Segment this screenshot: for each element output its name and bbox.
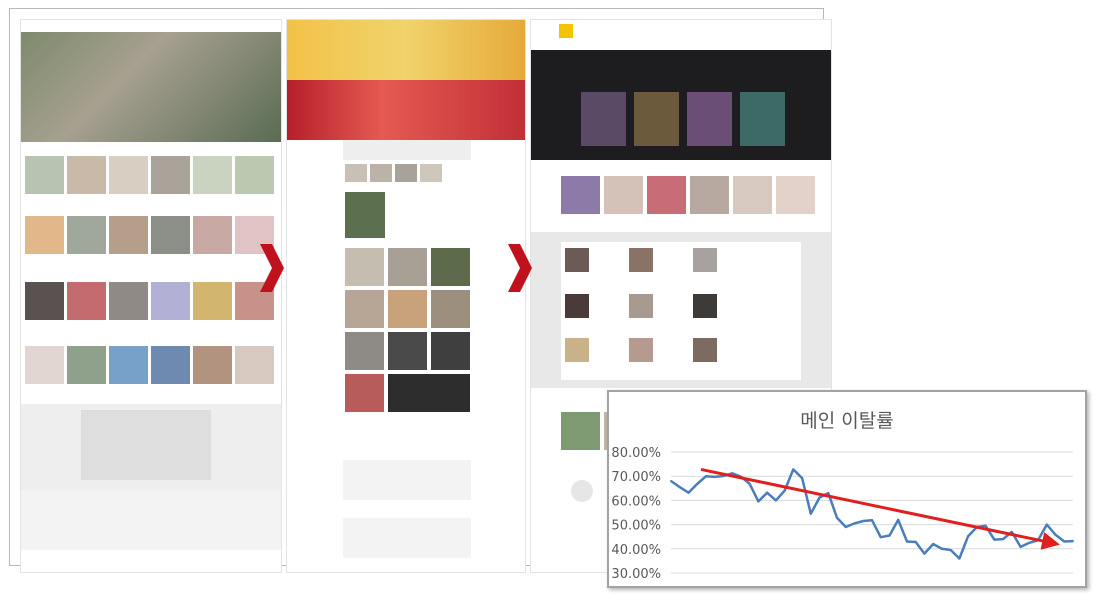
- page-v2-footer: [343, 518, 471, 558]
- data-point: [836, 516, 839, 519]
- data-point: [1002, 538, 1005, 541]
- page-v2-info-section: [343, 460, 471, 500]
- y-tick-label: 30.00%: [611, 567, 661, 582]
- data-point: [1045, 523, 1048, 526]
- data-point: [984, 524, 987, 527]
- data-point: [809, 512, 812, 515]
- data-point: [792, 468, 795, 471]
- y-tick-label: 70.00%: [611, 470, 661, 485]
- flow-arrow-icon: [260, 244, 284, 292]
- data-point: [1072, 540, 1074, 543]
- y-tick-label: 80.00%: [611, 446, 661, 461]
- data-point: [905, 540, 908, 543]
- bounce-rate-chart: 메인 이탈률 80.00% 70.00% 60.00% 50.00% 40.00% 30.…: [607, 390, 1087, 588]
- data-point: [766, 491, 769, 494]
- data-point: [783, 489, 786, 492]
- data-point: [678, 486, 681, 489]
- chart-plot: 80.00% 70.00% 60.00% 50.00% 40.00% 30.00%: [611, 446, 1074, 582]
- data-point: [696, 482, 699, 485]
- data-point: [888, 534, 891, 537]
- data-point: [914, 541, 917, 544]
- data-point: [670, 480, 672, 483]
- page-v2-thumb-row: [345, 164, 442, 182]
- page-v1-hero-image: [21, 32, 281, 142]
- data-point: [1010, 530, 1013, 533]
- data-point: [731, 472, 734, 475]
- data-point: [940, 547, 943, 550]
- page-v1-screenshot: [20, 19, 282, 573]
- y-tick-label: 40.00%: [611, 543, 661, 558]
- data-point: [923, 552, 926, 555]
- page-v1-footer: [21, 490, 281, 550]
- page-v3-logo: [559, 24, 573, 38]
- page-v2-screenshot: [286, 19, 526, 573]
- data-point: [704, 475, 707, 478]
- y-tick-label: 60.00%: [611, 494, 661, 509]
- data-point: [774, 499, 777, 502]
- data-point: [687, 491, 690, 494]
- page-v3-review-thumbs: [565, 248, 717, 272]
- data-point: [818, 496, 821, 499]
- data-point: [827, 492, 830, 495]
- data-point: [1019, 545, 1022, 548]
- page-v3-category-cards: [581, 92, 785, 146]
- y-tick-label: 50.00%: [611, 519, 661, 534]
- data-point: [713, 475, 716, 478]
- data-point: [801, 477, 804, 480]
- flow-arrow-icon: [508, 244, 532, 292]
- page-v1-promo-image: [81, 410, 211, 480]
- data-point: [757, 500, 760, 503]
- data-point: [871, 519, 873, 522]
- data-point: [879, 536, 882, 539]
- page-v2-feature-image: [345, 192, 385, 238]
- data-point: [897, 518, 900, 521]
- data-point: [1063, 540, 1066, 543]
- page-v3-recent-row: [561, 176, 815, 214]
- page-v1-thumb-row: [25, 216, 274, 254]
- page-v3-review-thumbs: [565, 294, 717, 318]
- page-v1-thumb-row: [25, 282, 274, 320]
- data-point: [949, 549, 952, 552]
- data-point: [958, 557, 961, 560]
- data-point: [932, 542, 935, 545]
- data-point: [862, 519, 865, 522]
- data-point: [1054, 533, 1057, 536]
- series-line: [670, 468, 1074, 560]
- page-v2-gallery: [345, 248, 473, 412]
- page-v2-hero-bottom: [287, 80, 525, 140]
- page-v2-hero-top: [287, 20, 525, 80]
- page-v1-thumb-row: [25, 346, 274, 384]
- page-v1-thumb-row: [25, 156, 274, 194]
- data-point: [748, 482, 751, 485]
- data-point: [1028, 541, 1031, 544]
- page-v3-review-thumbs: [565, 338, 717, 362]
- data-point: [993, 538, 996, 541]
- data-point: [967, 535, 970, 538]
- data-point: [844, 526, 847, 529]
- page-v2-notice: [343, 140, 471, 160]
- data-point: [853, 522, 856, 525]
- page-v3-footer-icon: [571, 480, 593, 502]
